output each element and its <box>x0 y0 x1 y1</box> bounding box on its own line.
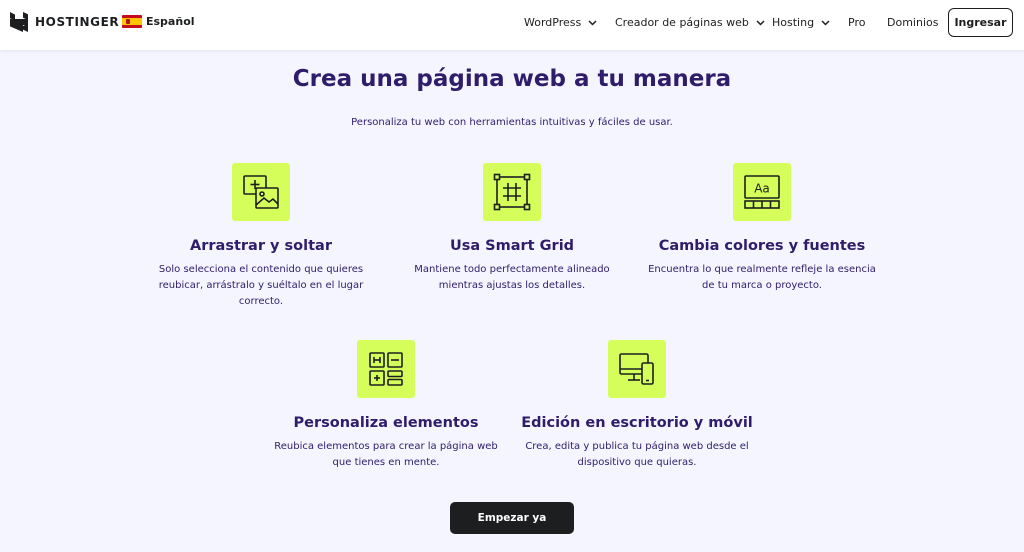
nav-label: Hosting <box>772 16 815 29</box>
nav-label: Creador de páginas web <box>615 16 749 29</box>
svg-text:Aa: Aa <box>754 182 770 196</box>
feature-icon-box: Aa <box>733 163 791 221</box>
typography-palette-icon: Aa <box>744 175 780 209</box>
nav-pro[interactable]: Pro <box>848 16 865 29</box>
language-label: Español <box>146 15 195 28</box>
grid-icon <box>493 173 531 211</box>
nav-domains[interactable]: Dominios <box>887 16 938 29</box>
desktop-mobile-icon <box>619 353 654 385</box>
site-header: HOSTINGER Español WordPress Creador de p… <box>0 0 1024 50</box>
feature-drag-drop: Arrastrar y soltar Solo selecciona el co… <box>141 163 381 310</box>
chevron-down-icon <box>821 19 830 26</box>
page-subtitle: Personaliza tu web con herramientas intu… <box>351 117 673 128</box>
feature-text: Crea, edita y publica tu página web desd… <box>525 441 749 468</box>
chevron-down-icon <box>588 19 597 26</box>
nav-label: Dominios <box>887 16 939 29</box>
feature-title: Arrastrar y soltar <box>190 238 332 254</box>
nav-label: WordPress <box>524 16 582 29</box>
feature-icon-box <box>608 340 666 398</box>
feature-text: Mantiene todo perfectamente alineado mie… <box>414 264 610 291</box>
feature-title: Personaliza elementos <box>293 415 479 431</box>
feature-customize-elements: Personaliza elementos Reubica elementos … <box>266 340 506 471</box>
language-selector[interactable]: Español <box>122 15 195 28</box>
logo-text: HOSTINGER <box>35 15 120 29</box>
hostinger-logo-icon <box>10 12 28 32</box>
feature-icon-box <box>357 340 415 398</box>
page-title: Crea una página web a tu manera <box>292 66 732 92</box>
feature-title: Edición en escritorio y móvil <box>521 415 753 431</box>
spain-flag-icon <box>122 15 142 28</box>
feature-icon-box <box>232 163 290 221</box>
feature-colors-fonts: Aa Cambia colores y fuentes Encuentra lo… <box>642 163 882 294</box>
nav-website-builder[interactable]: Creador de páginas web <box>615 16 765 29</box>
nav-label: Pro <box>848 16 866 29</box>
feature-text: Solo selecciona el contenido que quieres… <box>158 264 364 307</box>
nav-hosting[interactable]: Hosting <box>772 16 830 29</box>
login-button[interactable]: Ingresar <box>948 8 1013 37</box>
feature-icon-box <box>483 163 541 221</box>
nav-wordpress[interactable]: WordPress <box>524 16 597 29</box>
feature-desktop-mobile: Edición en escritorio y móvil Crea, edit… <box>517 340 757 471</box>
image-add-icon <box>243 175 279 209</box>
feature-text: Reubica elementos para crear la página w… <box>274 441 498 468</box>
chevron-down-icon <box>756 19 765 26</box>
start-now-button[interactable]: Empezar ya <box>450 502 574 534</box>
feature-smart-grid: Usa Smart Grid Mantiene todo perfectamen… <box>392 163 632 294</box>
feature-title: Cambia colores y fuentes <box>658 238 866 254</box>
feature-text: Encuentra lo que realmente refleje la es… <box>648 264 876 291</box>
layout-elements-icon <box>369 352 403 386</box>
hostinger-logo[interactable]: HOSTINGER <box>10 12 119 32</box>
feature-title: Usa Smart Grid <box>449 238 575 254</box>
